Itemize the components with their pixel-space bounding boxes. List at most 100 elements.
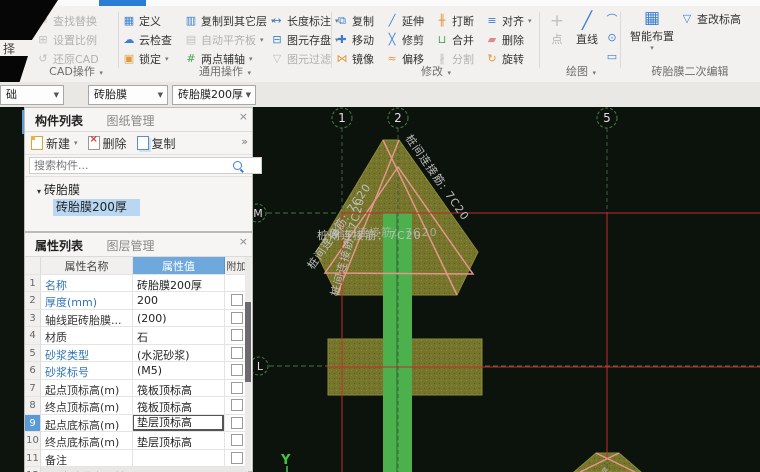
column-header-value: 属性值 xyxy=(133,257,225,274)
ribbon-group-secondary-edit: ▦ 智能布置 ▾ ▽ 查改标高 砖胎膜二次编辑 xyxy=(624,6,756,82)
extend-button[interactable]: ╱延伸 xyxy=(385,11,424,30)
element-dropdown[interactable]: 砖胎膜200厚▼ xyxy=(172,85,256,105)
property-value-cell[interactable]: 垫层顶标高 xyxy=(133,432,225,449)
property-value-cell[interactable]: 筏板顶标高 xyxy=(133,397,225,414)
copy-to-layers-icon: ▥ xyxy=(184,14,198,27)
align-button[interactable]: ≡对齐▾ xyxy=(485,11,532,30)
component-list-panel: 构件列表 图纸管理 × 新建▾ 删除 复制 » ▾砖胎膜 砖胎膜200厚 xyxy=(24,107,253,232)
auto-align-slab-icon: ▤ xyxy=(184,33,198,46)
tab-drawing-management[interactable]: 图纸管理 xyxy=(97,108,165,129)
extra-checkbox[interactable] xyxy=(231,329,243,341)
group-label-general-operations[interactable]: 通用操作 ▾ xyxy=(122,63,328,79)
group-label-modify[interactable]: 修改 ▾ xyxy=(335,63,537,79)
element-save-button[interactable]: ⊟图元存盘▾ xyxy=(270,30,339,49)
copy-icon: ⧉ xyxy=(335,14,349,28)
extra-checkbox[interactable] xyxy=(231,399,243,411)
property-row-thickness: 2 厚度(mm) 200 xyxy=(25,292,248,310)
drawing-canvas[interactable]: 桩间连接筋: 7C20 桩间连接筋: 7C20 桩间连接筋：7C20 桩间连接筋… xyxy=(253,107,760,472)
break-button[interactable]: ╫打断 xyxy=(435,11,474,30)
search-input[interactable] xyxy=(29,157,262,174)
cad-viewport[interactable]: 桩间连接筋: 7C20 桩间连接筋: 7C20 桩间连接筋：7C20 桩间连接筋… xyxy=(253,107,760,472)
new-component-button[interactable]: 新建▾ xyxy=(31,135,78,152)
property-value-cell[interactable]: 砖胎膜200厚 xyxy=(133,275,225,292)
property-value-cell[interactable]: 石 xyxy=(133,327,225,344)
extra-checkbox[interactable] xyxy=(231,434,243,446)
properties-scrollbar[interactable] xyxy=(245,257,251,471)
length-annotation-icon: ↔ xyxy=(270,14,284,27)
delete-button[interactable]: ▰删除 xyxy=(485,30,532,49)
property-group-civil-business[interactable]: 12 +土建业务属性 xyxy=(25,467,248,472)
tab-layer-management[interactable]: 图层管理 xyxy=(97,233,165,254)
copy-component-button[interactable]: 复制 xyxy=(137,135,176,152)
property-row-end-top-elevation: 8 终点顶标高(m) 筏板顶标高 xyxy=(25,397,248,415)
group-label-cad-operations[interactable]: CAD操作 ▾ xyxy=(36,63,116,79)
delete-document-icon xyxy=(88,136,100,150)
property-value-cell[interactable]: (200) xyxy=(133,310,225,327)
set-scale-button[interactable]: ⊞设置比例 xyxy=(36,30,99,49)
trim-button[interactable]: ╳修剪 xyxy=(385,30,424,49)
point-tool-button[interactable]: + 点 xyxy=(543,11,571,47)
check-elevation-button[interactable]: ▽ 查改标高 xyxy=(680,9,741,28)
group-label-draw[interactable]: 绘图 ▾ xyxy=(543,63,619,79)
property-row-end-bottom-elevation: 10 终点底标高(m) 垫层顶标高 xyxy=(25,432,248,450)
extra-checkbox[interactable] xyxy=(231,312,243,324)
chevron-down-icon: ▼ xyxy=(158,86,163,104)
copy-document-icon xyxy=(137,136,149,150)
close-icon[interactable]: × xyxy=(239,235,248,248)
extra-checkbox[interactable] xyxy=(231,452,243,464)
property-value-cell[interactable]: (水泥砂浆) xyxy=(133,345,225,362)
toolbar-overflow-button[interactable]: » xyxy=(241,135,248,148)
elevation-edit-input[interactable] xyxy=(133,415,224,431)
component-toolbar: 新建▾ 删除 复制 » xyxy=(25,132,252,155)
align-icon: ≡ xyxy=(485,14,499,27)
property-value-cell-editing[interactable] xyxy=(133,415,225,432)
move-button[interactable]: ✚移动 xyxy=(335,30,374,49)
ribbon-group-draw: + 点 ╱ 直线 ⌒ ⊙ ▭ 绘图 ▾ xyxy=(543,6,619,82)
property-value-cell[interactable] xyxy=(133,450,225,467)
tree-node-brick-mold-200[interactable]: 砖胎膜200厚 xyxy=(53,199,140,216)
axis-bubble-2-label: 2 xyxy=(394,111,402,125)
auto-align-slab-button[interactable]: ▤自动平齐板▾ xyxy=(184,30,275,49)
extra-checkbox[interactable] xyxy=(231,364,243,376)
column-header-name: 属性名称 xyxy=(41,257,133,274)
tab-component-list[interactable]: 构件列表 xyxy=(25,108,93,129)
properties-panel-tabs: 属性列表 图层管理 × xyxy=(25,233,252,257)
element-save-icon: ⊟ xyxy=(270,33,284,46)
tree-node-brick-mold[interactable]: ▾砖胎膜 xyxy=(25,181,252,199)
copy-button[interactable]: ⧉复制 xyxy=(335,11,374,30)
chevron-down-icon: ▾ xyxy=(628,44,676,52)
define-icon: ▦ xyxy=(122,14,136,27)
ribbon-group-modify: ⧉复制 ✚移动 ⋈镜像 ╱延伸 ╳修剪 ≈偏移 ╫打断 ⊔合并 ∦分割 ≡对齐▾… xyxy=(335,6,537,82)
move-icon: ✚ xyxy=(335,33,349,46)
extra-checkbox[interactable] xyxy=(231,347,243,359)
close-icon[interactable]: × xyxy=(239,110,248,123)
length-annotation-button[interactable]: ↔长度标注▾ xyxy=(270,11,339,30)
property-value-cell[interactable]: (M5) xyxy=(133,362,225,379)
extra-checkbox[interactable] xyxy=(231,417,243,429)
define-button[interactable]: ▦定义 xyxy=(122,11,172,30)
properties-panel: 属性列表 图层管理 × 属性名称 属性值 附加 1 名称 砖胎膜200厚 2 厚… xyxy=(24,232,253,472)
scrollbar-thumb[interactable] xyxy=(245,302,251,382)
copy-to-other-layers-button[interactable]: ▥复制到其它层▾ xyxy=(184,11,275,30)
extra-checkbox[interactable] xyxy=(231,294,243,306)
arc-tool-button[interactable]: ⌒ xyxy=(605,9,619,28)
chevron-down-icon: ▼ xyxy=(54,86,59,104)
cloud-check-button[interactable]: ☁云检查 xyxy=(122,30,172,49)
cloud-check-icon: ☁ xyxy=(122,33,136,46)
property-row-start-top-elevation: 7 起点顶标高(m) 筏板顶标高 xyxy=(25,380,248,398)
tab-property-list[interactable]: 属性列表 xyxy=(25,233,93,254)
level-dropdown[interactable]: 础▼ xyxy=(0,85,64,105)
search-icon xyxy=(233,161,242,170)
line-tool-button[interactable]: ╱ 直线 xyxy=(571,11,603,47)
ucs-y-label: Y xyxy=(280,453,291,468)
property-table-header: 属性名称 属性值 附加 xyxy=(25,257,248,275)
extra-checkbox[interactable] xyxy=(231,382,243,394)
smart-layout-button[interactable]: ▦ 智能布置 ▾ xyxy=(628,8,676,52)
merge-button[interactable]: ⊔合并 xyxy=(435,30,474,49)
property-value-cell[interactable]: 筏板顶标高 xyxy=(133,380,225,397)
property-value-cell[interactable]: 200 xyxy=(133,292,225,309)
set-scale-icon: ⊞ xyxy=(36,33,50,46)
category-dropdown[interactable]: 砖胎膜▼ xyxy=(88,85,168,105)
circle-tool-button[interactable]: ⊙ xyxy=(605,28,619,47)
delete-component-button[interactable]: 删除 xyxy=(88,135,127,152)
